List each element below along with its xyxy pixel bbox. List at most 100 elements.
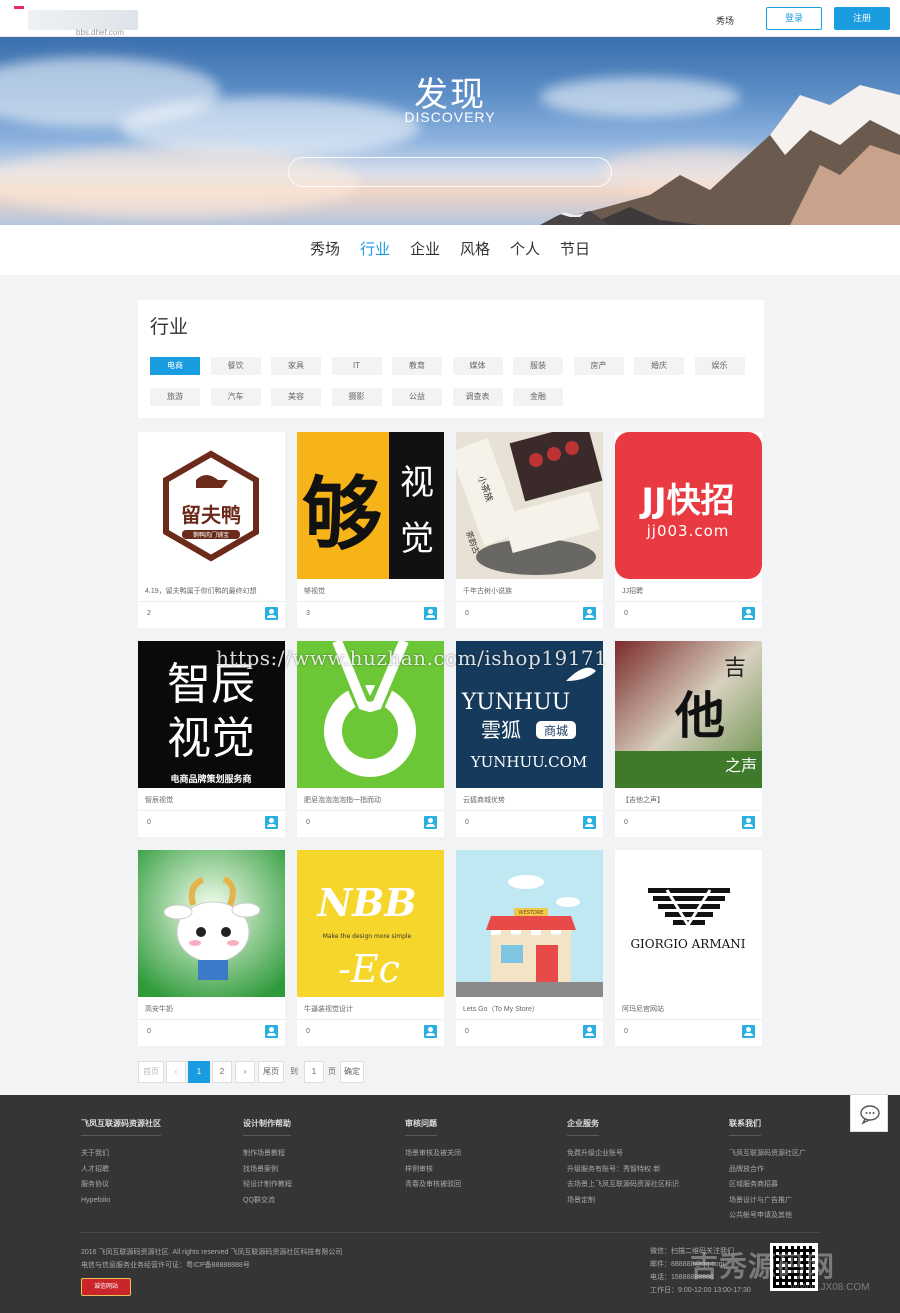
user-icon[interactable] bbox=[265, 1025, 278, 1038]
user-icon[interactable] bbox=[742, 607, 755, 620]
footer-link[interactable]: 制作场景教程 bbox=[243, 1146, 292, 1162]
filter-tag[interactable]: 教育 bbox=[392, 357, 442, 375]
page-button-2[interactable]: 2 bbox=[212, 1061, 232, 1083]
user-icon[interactable] bbox=[742, 1025, 755, 1038]
filter-tag[interactable]: 调查表 bbox=[452, 388, 503, 406]
filter-tag[interactable]: 旅游 bbox=[150, 388, 200, 406]
filter-tag[interactable]: 婚庆 bbox=[634, 357, 684, 375]
card-thumbnail[interactable]: JJ快招 jj003.com bbox=[615, 432, 762, 579]
footer-link[interactable]: QQ群交流 bbox=[243, 1193, 292, 1209]
card-thumbnail[interactable]: 留夫鸭 鹅鸭肉门铺宝 bbox=[138, 432, 285, 579]
tab-3[interactable]: 风格 bbox=[460, 225, 490, 275]
tab-0[interactable]: 秀场 bbox=[310, 225, 340, 275]
work-card[interactable]: YUNHUU 雲狐 商城 YUNHUU.COM 云狐商城优势 0 bbox=[456, 641, 603, 837]
card-title[interactable]: 够视觉 bbox=[304, 586, 438, 596]
footer-link[interactable]: 区域服务商招募 bbox=[729, 1177, 806, 1193]
card-title[interactable]: 4.19，留夫鸭属于你们鸭的最终幻想 bbox=[145, 586, 279, 596]
user-icon[interactable] bbox=[583, 607, 596, 620]
filter-tag[interactable]: 娱乐 bbox=[694, 357, 745, 375]
card-thumbnail[interactable]: 小茶族 茶韵古 bbox=[456, 432, 603, 579]
filter-tag[interactable]: 金融 bbox=[513, 388, 563, 406]
card-thumbnail[interactable]: GIORGIO ARMANI bbox=[615, 850, 762, 997]
tab-2[interactable]: 企业 bbox=[410, 225, 440, 275]
footer-link[interactable]: Hypefolio bbox=[81, 1193, 161, 1209]
card-thumbnail[interactable]: WESTORE bbox=[456, 850, 603, 997]
user-icon[interactable] bbox=[265, 816, 278, 829]
filter-tag[interactable]: 家具 bbox=[271, 357, 321, 375]
footer-link[interactable]: 升级服务有账号：秀智特权·新 bbox=[567, 1162, 679, 1178]
trust-badge[interactable]: 诚信网站 bbox=[81, 1278, 131, 1296]
footer-link[interactable]: 找场景案例 bbox=[243, 1162, 292, 1178]
user-icon[interactable] bbox=[583, 816, 596, 829]
nav-link-show[interactable]: 秀场 bbox=[716, 14, 734, 27]
card-title[interactable]: 肥皂泡泡泡泡指一指而动 bbox=[304, 795, 438, 805]
site-logo[interactable]: bbs.dhef.com bbox=[14, 6, 138, 37]
tab-4[interactable]: 个人 bbox=[510, 225, 540, 275]
card-thumbnail[interactable] bbox=[138, 850, 285, 997]
next-page-button[interactable]: › bbox=[235, 1061, 255, 1083]
footer-link[interactable]: 人才招聘 bbox=[81, 1162, 161, 1178]
register-button[interactable]: 注册 bbox=[834, 7, 890, 30]
footer-link[interactable]: 品牌放合作 bbox=[729, 1162, 806, 1178]
card-title[interactable]: 智辰视觉 bbox=[145, 795, 279, 805]
work-card[interactable]: 小茶族 茶韵古 千年古树小说族 0 bbox=[456, 432, 603, 628]
filter-tag[interactable]: 摄影 bbox=[331, 388, 382, 406]
tab-5[interactable]: 节日 bbox=[560, 225, 590, 275]
footer-link[interactable]: 场景设计与广告推广 bbox=[729, 1193, 806, 1209]
card-title[interactable]: 阿玛尼官网站 bbox=[622, 1004, 756, 1014]
user-icon[interactable] bbox=[424, 1025, 437, 1038]
card-title[interactable]: JJ招聘 bbox=[622, 586, 756, 596]
user-icon[interactable] bbox=[583, 1025, 596, 1038]
footer-link[interactable]: 公共帐号申请及其他 bbox=[729, 1208, 806, 1224]
tab-1[interactable]: 行业 bbox=[360, 225, 390, 275]
card-title[interactable]: 牛逼装视觉设计 bbox=[304, 1004, 438, 1014]
filter-tag[interactable]: 房产 bbox=[573, 357, 624, 375]
work-card[interactable]: WESTORE Lets Go（To My Store） 0 bbox=[456, 850, 603, 1046]
work-card[interactable]: GIORGIO ARMANI 阿玛尼官网站 0 bbox=[615, 850, 762, 1046]
footer-link[interactable]: 免费升级企业账号 bbox=[567, 1146, 679, 1162]
footer-link[interactable]: 场景定制 bbox=[567, 1193, 679, 1209]
user-icon[interactable] bbox=[265, 607, 278, 620]
work-card[interactable]: JJ快招 jj003.com JJ招聘 0 bbox=[615, 432, 762, 628]
card-thumbnail[interactable]: 吉 他 之声 bbox=[615, 641, 762, 788]
last-page-button[interactable]: 尾页 bbox=[258, 1061, 284, 1083]
page-button-1[interactable]: 1 bbox=[188, 1061, 210, 1083]
login-button[interactable]: 登录 bbox=[766, 7, 822, 30]
filter-tag[interactable]: IT bbox=[331, 357, 382, 375]
work-card[interactable]: 够 视 觉 够视觉 3 bbox=[297, 432, 444, 628]
footer-link[interactable]: 飞凤互联源码资源社区广 bbox=[729, 1146, 806, 1162]
footer-link[interactable]: 关于我们 bbox=[81, 1146, 161, 1162]
work-card[interactable]: 吉 他 之声 【吉他之声】 0 bbox=[615, 641, 762, 837]
filter-tag[interactable]: 媒体 bbox=[452, 357, 503, 375]
card-title[interactable]: Lets Go（To My Store） bbox=[463, 1004, 597, 1014]
prev-page-button[interactable]: ‹ bbox=[166, 1061, 186, 1083]
user-icon[interactable] bbox=[424, 607, 437, 620]
work-card[interactable]: 肥皂泡泡泡泡指一指而动 0 bbox=[297, 641, 444, 837]
chat-float-button[interactable] bbox=[850, 1094, 888, 1132]
page-confirm-button[interactable]: 确定 bbox=[340, 1061, 364, 1083]
footer-link[interactable]: 轻设计制作教程 bbox=[243, 1177, 292, 1193]
filter-tag[interactable]: 服装 bbox=[513, 357, 563, 375]
footer-link[interactable]: 服务协议 bbox=[81, 1177, 161, 1193]
footer-link[interactable]: 去场景上飞凤互联源码资源社区标识 bbox=[567, 1177, 679, 1193]
page-number-input[interactable]: 1 bbox=[304, 1061, 324, 1083]
card-thumbnail[interactable]: 够 视 觉 bbox=[297, 432, 444, 579]
filter-tag[interactable]: 餐饮 bbox=[210, 357, 261, 375]
filter-tag[interactable]: 汽车 bbox=[210, 388, 261, 406]
card-title[interactable]: 云狐商城优势 bbox=[463, 795, 597, 805]
footer-link[interactable]: 场景审核及被关闭 bbox=[405, 1146, 461, 1162]
card-title[interactable]: 【吉他之声】 bbox=[622, 795, 756, 805]
card-title[interactable]: 千年古树小说族 bbox=[463, 586, 597, 596]
work-card[interactable]: 留夫鸭 鹅鸭肉门铺宝 4.19，留夫鸭属于你们鸭的最终幻想 2 bbox=[138, 432, 285, 628]
filter-tag[interactable]: 美容 bbox=[271, 388, 321, 406]
filter-tag[interactable]: 公益 bbox=[392, 388, 442, 406]
work-card[interactable]: 智辰 视觉 电商品牌策划服务商 智辰视觉 0 bbox=[138, 641, 285, 837]
card-title[interactable]: 高安牛奶 bbox=[145, 1004, 279, 1014]
first-page-button[interactable]: 首页 bbox=[138, 1061, 164, 1083]
card-thumbnail[interactable]: NBB Make the design more simple -Ec bbox=[297, 850, 444, 997]
footer-link[interactable]: 样例审核 bbox=[405, 1162, 461, 1178]
user-icon[interactable] bbox=[742, 816, 755, 829]
footer-link[interactable]: 青春及审核被驳回 bbox=[405, 1177, 461, 1193]
work-card[interactable]: 高安牛奶 0 bbox=[138, 850, 285, 1046]
user-icon[interactable] bbox=[424, 816, 437, 829]
